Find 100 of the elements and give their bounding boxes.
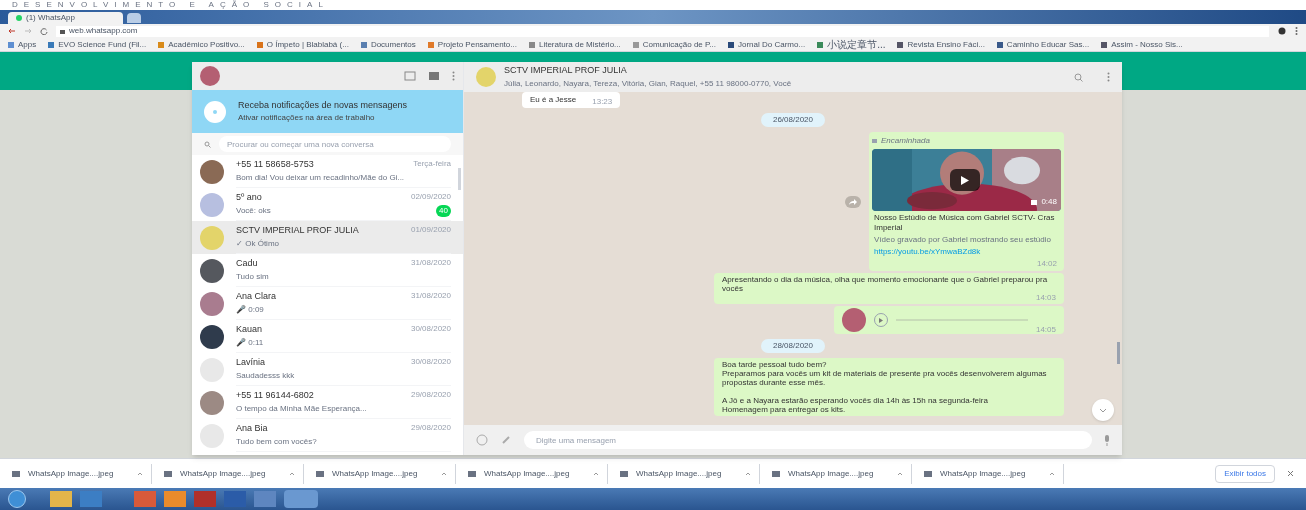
message-preview: Você: oks <box>236 204 271 217</box>
video-title: Nosso Estúdio de Música com Gabriel SCTV- Cras Imperial <box>873 213 1056 233</box>
date-label: 28/08/2020 <box>760 339 825 353</box>
chevron-down-icon <box>1099 407 1107 413</box>
forward-icon[interactable] <box>24 27 32 35</box>
avatar <box>200 159 224 184</box>
avatar[interactable] <box>200 66 220 86</box>
new-tab-button[interactable] <box>127 13 141 23</box>
menu-icon[interactable] <box>1295 27 1298 35</box>
caret-icon[interactable] <box>745 471 751 476</box>
bookmark-link[interactable]: Comunicação de P... <box>632 38 716 51</box>
bookmark-icon <box>632 41 639 48</box>
chat-title[interactable]: SCTV IMPERIAL PROF JULIA <box>504 64 1066 78</box>
page-heading: DESENVOLVIMENTO E AÇÃO SOCIAL <box>12 0 329 10</box>
download-item[interactable]: WhatsApp Image....jpeg <box>164 463 304 484</box>
close-icon[interactable] <box>1287 470 1294 477</box>
chat-time: 29/08/2020 <box>410 389 451 402</box>
back-icon[interactable] <box>8 27 16 35</box>
bookmark-link[interactable]: 小说定章节... <box>817 37 886 52</box>
notification-banner[interactable]: Receba notificações de novas mensagens Ativar notificações na área de trabalho <box>192 90 463 133</box>
scrollbar[interactable] <box>458 168 461 190</box>
download-item[interactable]: WhatsApp Image....jpeg <box>316 463 456 484</box>
contact-name: 5º ano <box>236 191 262 205</box>
download-item[interactable]: WhatsApp Image....jpeg <box>12 463 152 484</box>
contact-name: Ana Clara <box>236 290 277 304</box>
bookmark-link[interactable]: Literatura de Mistério... <box>528 38 621 51</box>
contact-name: Cadu <box>236 257 258 271</box>
bookmark-link[interactable]: Jornal Do Carmo... <box>728 38 806 51</box>
download-item[interactable]: WhatsApp Image....jpeg <box>924 463 1064 484</box>
notification-link[interactable]: Ativar notificações na área de trabalho <box>238 112 408 125</box>
extension-icon[interactable] <box>1277 27 1287 35</box>
scrollbar[interactable] <box>1117 342 1120 364</box>
bookmark-link[interactable]: Projeto Pensamento... <box>427 38 517 51</box>
message-text: Eu é a Jesse <box>530 94 577 106</box>
avatar <box>200 291 224 316</box>
browser-tab[interactable]: (1) WhatsApp <box>8 12 123 24</box>
search-field[interactable]: Procurar ou começar uma nova conversa <box>219 136 451 152</box>
bookmark-link[interactable]: Caminho Educar Sas... <box>996 38 1090 51</box>
start-button[interactable] <box>8 490 26 508</box>
chat-time: 30/08/2020 <box>410 356 451 369</box>
download-item[interactable]: WhatsApp Image....jpeg <box>468 463 608 484</box>
reload-icon[interactable] <box>40 27 48 35</box>
contact-name: +55 11 58658-5753 <box>236 158 314 172</box>
message-input[interactable]: Digite uma mensagem <box>524 431 1092 449</box>
microphone-icon[interactable] <box>1104 434 1110 446</box>
bookmark-icon <box>48 41 55 48</box>
message-text: Boa tarde pessoal tudo bem? Preparamos para vocês um kit de materiais de presente pra vocês desenvolverem algumas propostas durante esse mês. A Jô e a Nayara estarão esperando vocês dia 14h às 15h na segunda-feira Homenagem para entregar os kits. <box>722 360 1048 414</box>
caret-icon[interactable] <box>593 471 599 476</box>
paperclip-icon[interactable] <box>500 434 512 446</box>
bookmark-link[interactable]: Acadêmico Positivo... <box>158 38 245 51</box>
emoji-icon[interactable] <box>476 434 488 446</box>
avatar <box>200 324 224 349</box>
date-label: 26/08/2020 <box>760 113 825 127</box>
chat-time: 01/09/2020 <box>410 224 451 237</box>
avatar <box>200 390 224 415</box>
message-time: 14:05 <box>1035 325 1056 334</box>
caret-icon[interactable] <box>897 471 903 476</box>
forward-button[interactable] <box>845 195 861 208</box>
message-preview: 🎤 0:09 <box>236 303 264 316</box>
caret-icon[interactable] <box>1049 471 1055 476</box>
message-preview: Bom dia! Vou deixar um recadinho/Mãe do Gi... <box>236 171 405 184</box>
avatar <box>200 225 224 250</box>
video-description: Vídeo gravado por Gabriel mostrando seu estúdio <box>873 235 1052 245</box>
video-duration: 0:48 <box>1041 196 1057 208</box>
caret-icon[interactable] <box>441 471 447 476</box>
bookmark-link[interactable]: Apps <box>8 38 37 51</box>
bookmark-link[interactable]: O Ímpeto | Blablabá (... <box>256 38 349 51</box>
bookmark-icon <box>528 41 535 48</box>
message-preview: Tudo bem com vocês? <box>236 435 317 448</box>
bookmark-link[interactable]: Assim - Nosso Sis... <box>1101 38 1183 51</box>
chat-list-item[interactable]: SCTV IMPERIAL PROF JULIA 01/09/2020 ✓ Ok Ótimo <box>192 221 463 254</box>
message-preview: Saudadesss kkk <box>236 369 295 382</box>
message-preview: Tudo sim <box>236 270 269 283</box>
chat-time: 30/08/2020 <box>410 323 451 336</box>
menu-icon[interactable] <box>452 71 455 81</box>
scroll-down-button[interactable] <box>1092 399 1114 421</box>
download-item[interactable]: WhatsApp Image....jpeg <box>620 463 760 484</box>
unread-count: 40 <box>436 204 451 217</box>
caret-icon[interactable] <box>137 471 143 476</box>
chat-members: Júlia, Leonardo, Nayara, Tereza, Vitória, Gian, Raquel, +55 11 98000-0770, Você <box>504 77 793 90</box>
bookmark-icon <box>728 41 734 48</box>
bookmark-link[interactable]: Revista Ensino Fáci... <box>897 38 985 51</box>
play-icon <box>961 175 969 185</box>
avatar <box>842 308 866 332</box>
chat-time: 29/08/2020 <box>410 422 451 435</box>
message-time: 14:03 <box>1035 293 1056 302</box>
address-bar[interactable]: web.whatsapp.com <box>56 25 1269 37</box>
avatar <box>200 258 224 283</box>
search-icon[interactable] <box>1074 72 1083 82</box>
contact-name: Ana Bia <box>236 422 268 436</box>
bookmark-icon <box>158 41 165 48</box>
bookmark-icon <box>817 41 824 48</box>
play-button[interactable] <box>950 169 980 191</box>
show-all-button[interactable]: Exibir todos <box>1215 464 1275 483</box>
bookmark-link[interactable]: Documentos <box>360 38 416 51</box>
caret-icon[interactable] <box>289 471 295 476</box>
bookmark-link[interactable]: EVO Science Fund (Fil... <box>48 38 147 51</box>
menu-icon[interactable] <box>1107 72 1110 82</box>
contact-name: Lavínia <box>236 356 266 370</box>
download-item[interactable]: WhatsApp Image....jpeg <box>772 463 912 484</box>
